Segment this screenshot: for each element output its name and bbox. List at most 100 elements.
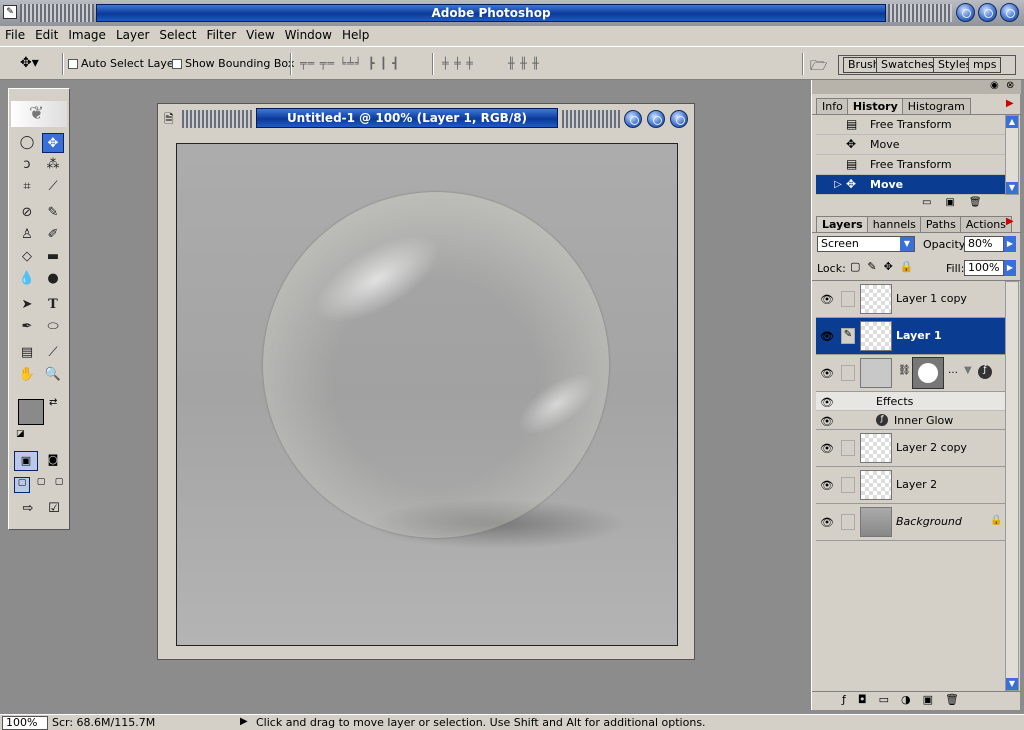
gradient-tool-icon[interactable]: ▬ [42,247,64,267]
visibility-eye-icon[interactable]: 👁 [819,415,835,428]
fill-input[interactable]: 100% [964,260,1004,276]
menu-file[interactable]: File [0,26,30,42]
palette-collapse-icon[interactable]: ◉ [990,80,999,91]
ellipse-shape-icon[interactable]: ⬭ [42,317,64,337]
tab-paths[interactable]: Paths [919,216,962,232]
layer-row-selected[interactable]: 👁 ✎ Layer 1 [816,318,1006,355]
lasso-tool-icon[interactable]: ↄ [16,155,38,175]
layer-row-adjustment[interactable]: 👁 ⛓ … ▼ ƒ [816,355,1006,392]
history-footer-icons[interactable]: ▭▣🗑 [922,197,996,208]
effect-item-row[interactable]: 👁 ƒ Inner Glow [816,411,1006,430]
tab-histogram[interactable]: Histogram [901,98,971,114]
move-tool-preset-icon[interactable]: ✥▾ [20,55,39,71]
crop-tool-icon[interactable]: ⌗ [16,177,38,197]
menu-select[interactable]: Select [154,26,201,42]
pen-tool-icon[interactable]: ✒ [16,317,38,337]
layer-style-icon[interactable]: ƒ [978,365,992,379]
foreground-color-swatch[interactable] [18,399,44,425]
standard-mode-icon[interactable]: ▣ [14,451,38,471]
screen-mode-standard-icon[interactable]: ▢ [14,477,30,493]
link-box[interactable] [841,365,855,381]
history-item[interactable]: ✥ Move [816,135,1006,155]
link-box[interactable] [841,291,855,307]
tab-layers[interactable]: Layers [816,216,869,232]
align-vertical-icon[interactable]: ┣ ┃ ┫ [368,57,400,70]
history-item[interactable]: ▤ Free Transform [816,155,1006,175]
magic-wand-icon[interactable]: ⁂ [42,155,64,175]
marquee-tool-icon[interactable]: ◯ [16,133,38,153]
blend-mode-select[interactable]: Screen ▼ [817,236,915,252]
feather-logo-icon[interactable]: ❦ [11,101,67,127]
menu-image[interactable]: Image [63,26,111,42]
history-item-selected[interactable]: ▷ ✥ Move [816,175,1006,195]
effects-row[interactable]: 👁 Effects [816,392,1006,411]
image-canvas[interactable] [176,143,678,646]
well-tab-stamps[interactable]: mps [968,57,1002,73]
layer-row[interactable]: 👁 Layer 1 copy [816,281,1006,318]
swap-colors-icon[interactable]: ⇄ [49,397,57,408]
dodge-tool-icon[interactable]: ● [42,269,64,289]
layer-row-background[interactable]: 👁 Background 🔒 [816,504,1006,541]
app-icon[interactable]: ✎ [3,5,17,19]
default-colors-icon[interactable]: ◪ [16,429,25,439]
blur-tool-icon[interactable]: 💧 [16,269,38,289]
menu-window[interactable]: Window [280,26,337,42]
distribute-buttons-icon[interactable]: ╪ ╪ ╪ [442,57,474,70]
doc-close-button[interactable] [670,110,688,128]
clone-stamp-icon[interactable]: ♙ [16,225,38,245]
close-button[interactable] [1000,3,1019,22]
history-scrollbar[interactable]: ▲ ▼ [1005,115,1019,195]
well-tab-swatches[interactable]: Swatches [876,57,939,73]
doc-maximize-button[interactable] [647,110,665,128]
auto-select-checkbox[interactable]: Auto Select Layer [68,57,178,70]
zoom-field[interactable]: 100% [2,716,48,730]
palette-well-icon[interactable]: 🗁 [810,55,827,79]
minimize-button[interactable] [956,3,975,22]
opacity-slider-arrow-icon[interactable]: ▶ [1004,236,1016,252]
eraser-tool-icon[interactable]: ◇ [16,247,38,267]
link-box[interactable] [841,477,855,493]
path-select-icon[interactable]: ➤ [16,295,38,315]
lock-icons[interactable]: ▢✎✥🔒 [850,260,921,273]
expand-triangle-icon[interactable]: ▼ [964,365,972,376]
edit-in-imageready-icon[interactable]: ☑ [44,501,64,521]
eyedropper-icon[interactable]: ⟋ [42,343,64,363]
tab-info[interactable]: Info [816,98,849,114]
menu-help[interactable]: Help [337,26,374,42]
layers-scrollbar[interactable]: ▼ [1005,281,1019,691]
menu-view[interactable]: View [241,26,279,42]
palette-close-icon[interactable]: ⊗ [1006,80,1014,91]
menu-filter[interactable]: Filter [201,26,241,42]
maximize-button[interactable] [978,3,997,22]
healing-brush-icon[interactable]: ⊘ [16,203,38,223]
brush-tool-icon[interactable]: ✎ [42,203,64,223]
doc-minimize-button[interactable] [624,110,642,128]
brush-link-icon[interactable]: ✎ [841,328,855,344]
move-tool-icon[interactable]: ✥ [42,133,64,153]
screen-mode-full-icon[interactable]: ▢ [51,477,67,493]
tab-history[interactable]: History [846,98,904,114]
fill-slider-arrow-icon[interactable]: ▶ [1004,260,1016,276]
menu-edit[interactable]: Edit [30,26,63,42]
layers-menu-icon[interactable]: ▶ [1006,216,1014,227]
visibility-eye-icon[interactable]: 👁 [819,442,835,455]
visibility-eye-icon[interactable]: 👁 [819,396,835,409]
notes-tool-icon[interactable]: ▤ [16,343,38,363]
link-box[interactable] [841,514,855,530]
visibility-eye-icon[interactable]: 👁 [819,516,835,529]
tab-actions[interactable]: Actions [959,216,1013,232]
distribute-horizontal-icon[interactable]: ╫ ╫ ╫ [508,57,540,70]
jump-to-imageready-icon[interactable]: ⇨ [16,501,40,521]
layer-row[interactable]: 👁 Layer 2 [816,467,1006,504]
tab-channels[interactable]: hannels [866,216,922,232]
bounding-box-checkbox[interactable]: Show Bounding Box [172,57,294,70]
visibility-eye-icon[interactable]: 👁 [819,479,835,492]
visibility-eye-icon[interactable]: 👁 [819,367,835,380]
history-brush-icon[interactable]: ✐ [42,225,64,245]
quick-mask-icon[interactable]: ◙ [41,451,65,471]
type-tool-icon[interactable]: T [42,295,64,315]
opacity-input[interactable]: 80% [964,236,1004,252]
layer-row[interactable]: 👁 Layer 2 copy [816,430,1006,467]
link-box[interactable] [841,440,855,456]
visibility-eye-icon[interactable]: 👁 [819,293,835,306]
